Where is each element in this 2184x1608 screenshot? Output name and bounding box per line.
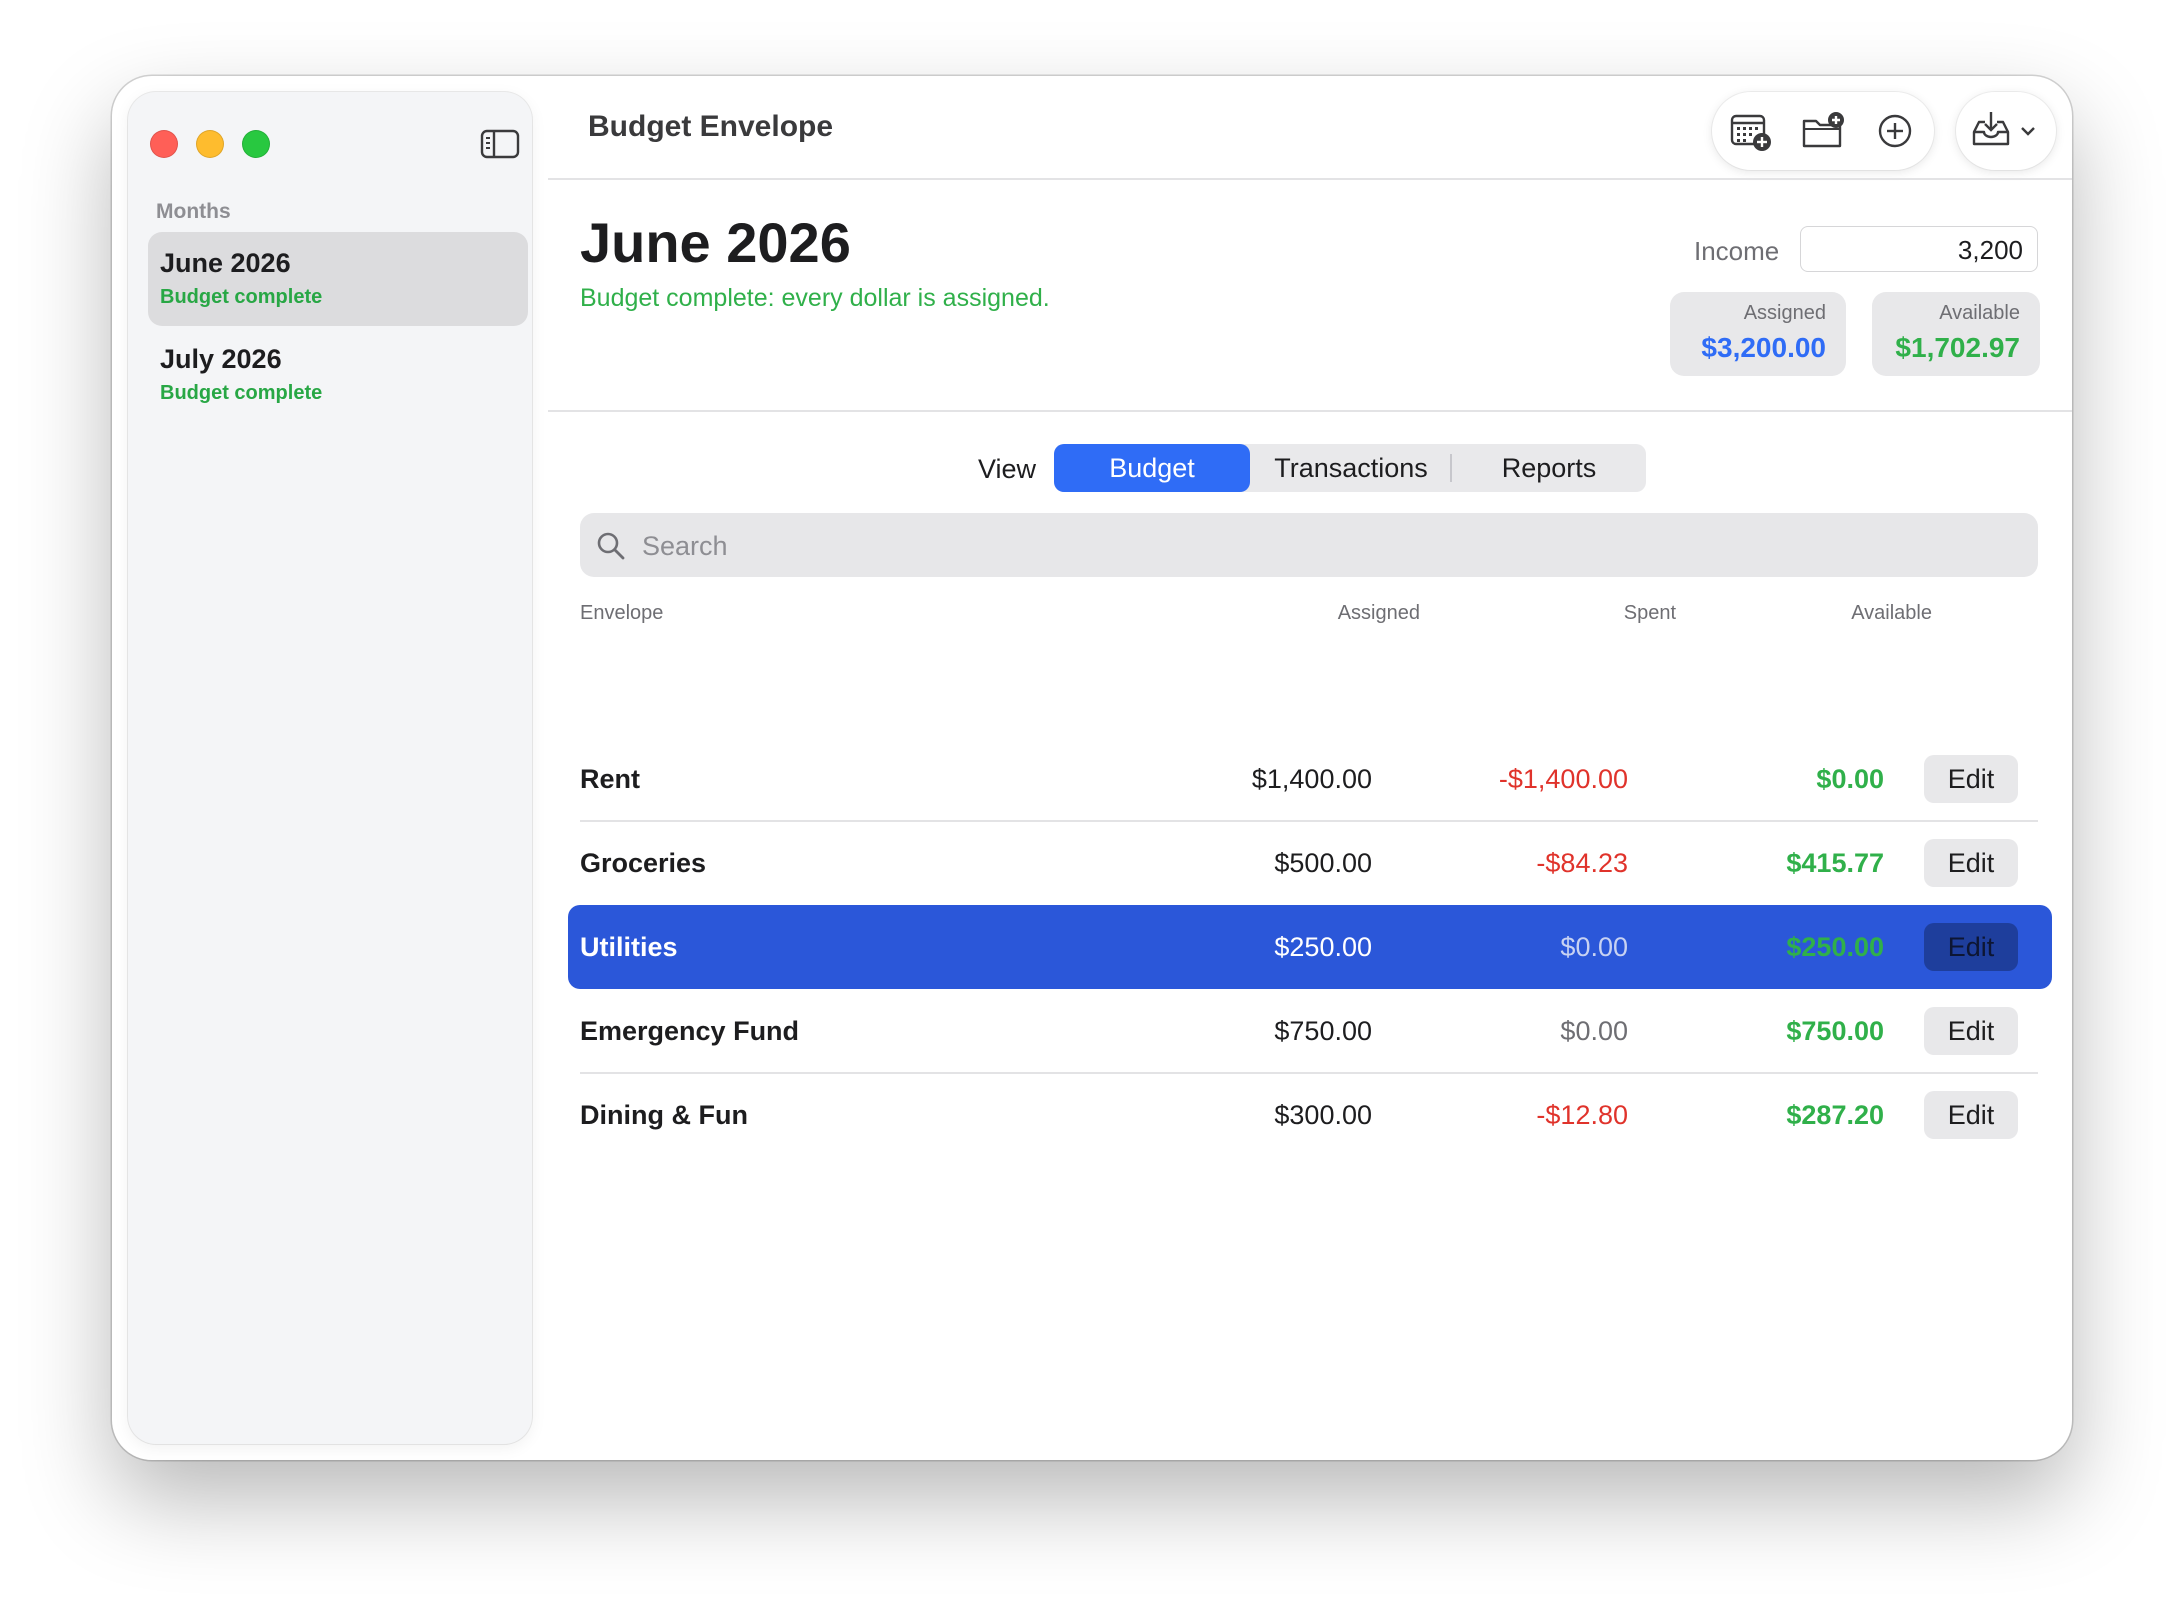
sidebar: Months June 2026 Budget complete July 20… bbox=[128, 92, 532, 1444]
spent-amount: $0.00 bbox=[1560, 1016, 1628, 1046]
envelope-name: Rent bbox=[580, 764, 640, 794]
income-label: Income bbox=[1694, 236, 1780, 266]
tab-budget[interactable]: Budget bbox=[1054, 444, 1250, 492]
month-title: July 2026 bbox=[160, 344, 282, 374]
view-segmented-control: Budget Transactions Reports bbox=[1054, 444, 1646, 492]
month-status: Budget complete bbox=[160, 286, 323, 308]
column-header-spent: Spent bbox=[1623, 602, 1676, 624]
window-title: Budget Envelope bbox=[588, 110, 834, 143]
plus-circle-icon[interactable] bbox=[1872, 108, 1918, 154]
assigned-amount: $300.00 bbox=[1274, 1100, 1372, 1130]
page-title: June 2026 bbox=[580, 211, 851, 274]
envelope-name: Dining & Fun bbox=[580, 1100, 748, 1130]
search-bar[interactable] bbox=[580, 513, 2038, 579]
minimize-window-button[interactable] bbox=[196, 130, 224, 158]
assigned-amount: $750.00 bbox=[1274, 1016, 1372, 1046]
spent-amount: -$12.80 bbox=[1536, 1100, 1628, 1130]
search-icon bbox=[596, 531, 626, 561]
assigned-amount: $500.00 bbox=[1274, 848, 1372, 878]
available-summary-label: Available bbox=[1939, 302, 2020, 324]
close-window-button[interactable] bbox=[150, 130, 178, 158]
available-amount: $250.00 bbox=[1786, 932, 1884, 962]
available-summary-value: $1,702.97 bbox=[1895, 332, 2020, 363]
assigned-amount: $250.00 bbox=[1274, 932, 1372, 962]
calendar-add-icon[interactable] bbox=[1728, 108, 1774, 154]
tab-reports[interactable]: Reports bbox=[1452, 444, 1646, 492]
spent-amount: -$1,400.00 bbox=[1498, 764, 1628, 794]
sidebar-item-july-2026[interactable]: July 2026 Budget complete bbox=[148, 328, 528, 422]
column-header-available: Available bbox=[1851, 602, 1932, 624]
tab-transactions[interactable]: Transactions bbox=[1252, 444, 1450, 492]
inbox-download-icon[interactable] bbox=[1968, 108, 2014, 154]
assigned-summary-value: $3,200.00 bbox=[1701, 332, 1826, 363]
budget-status-message: Budget complete: every dollar is assigne… bbox=[580, 284, 1050, 312]
toolbar-action-group bbox=[1712, 92, 1934, 170]
table-row-selected[interactable]: Utilities $250.00 $0.00 $250.00 Edit bbox=[568, 905, 2052, 989]
available-amount: $415.77 bbox=[1786, 848, 1884, 878]
available-summary-card: Available $1,702.97 bbox=[1872, 292, 2040, 376]
sidebar-section-label: Months bbox=[156, 200, 231, 223]
spent-amount: $0.00 bbox=[1560, 932, 1628, 962]
view-label: View bbox=[978, 454, 1037, 484]
assigned-summary-card: Assigned $3,200.00 bbox=[1670, 292, 1846, 376]
edit-button[interactable]: Edit bbox=[1924, 923, 2018, 971]
edit-button[interactable]: Edit bbox=[1924, 755, 2018, 803]
import-menu-button[interactable] bbox=[1956, 92, 2056, 170]
sidebar-item-june-2026[interactable]: June 2026 Budget complete bbox=[148, 232, 528, 326]
edit-button[interactable]: Edit bbox=[1924, 1091, 2018, 1139]
spent-amount: -$84.23 bbox=[1536, 848, 1628, 878]
search-input[interactable] bbox=[640, 513, 2024, 579]
toolbar-divider bbox=[548, 178, 2072, 180]
envelope-name: Groceries bbox=[580, 848, 707, 878]
edit-button[interactable]: Edit bbox=[1924, 1007, 2018, 1055]
envelope-name: Emergency Fund bbox=[580, 1016, 800, 1046]
table-row[interactable]: Rent $1,400.00 -$1,400.00 $0.00 Edit bbox=[568, 737, 2052, 821]
available-amount: $750.00 bbox=[1786, 1016, 1884, 1046]
assigned-summary-label: Assigned bbox=[1743, 302, 1826, 324]
header-divider bbox=[548, 410, 2072, 412]
app-window: Months June 2026 Budget complete July 20… bbox=[112, 76, 2072, 1460]
assigned-amount: $1,400.00 bbox=[1251, 764, 1372, 794]
chevron-down-icon[interactable] bbox=[2016, 108, 2040, 154]
table-row[interactable]: Dining & Fun $300.00 -$12.80 $287.20 Edi… bbox=[568, 1073, 2052, 1157]
column-header-envelope: Envelope bbox=[580, 602, 664, 624]
zoom-window-button[interactable] bbox=[242, 130, 270, 158]
month-status: Budget complete bbox=[160, 382, 323, 404]
month-title: June 2026 bbox=[160, 248, 291, 278]
edit-button[interactable]: Edit bbox=[1924, 839, 2018, 887]
available-amount: $287.20 bbox=[1786, 1100, 1884, 1130]
table-row[interactable]: Groceries $500.00 -$84.23 $415.77 Edit bbox=[568, 821, 2052, 905]
folder-add-icon[interactable] bbox=[1800, 108, 1846, 154]
column-header-assigned: Assigned bbox=[1337, 602, 1420, 624]
available-amount: $0.00 bbox=[1816, 764, 1884, 794]
envelope-name: Utilities bbox=[580, 932, 678, 962]
income-field[interactable]: 3,200 bbox=[1800, 226, 2038, 272]
sidebar-toggle-icon[interactable] bbox=[480, 128, 520, 160]
table-row[interactable]: Emergency Fund $750.00 $0.00 $750.00 Edi… bbox=[568, 989, 2052, 1073]
